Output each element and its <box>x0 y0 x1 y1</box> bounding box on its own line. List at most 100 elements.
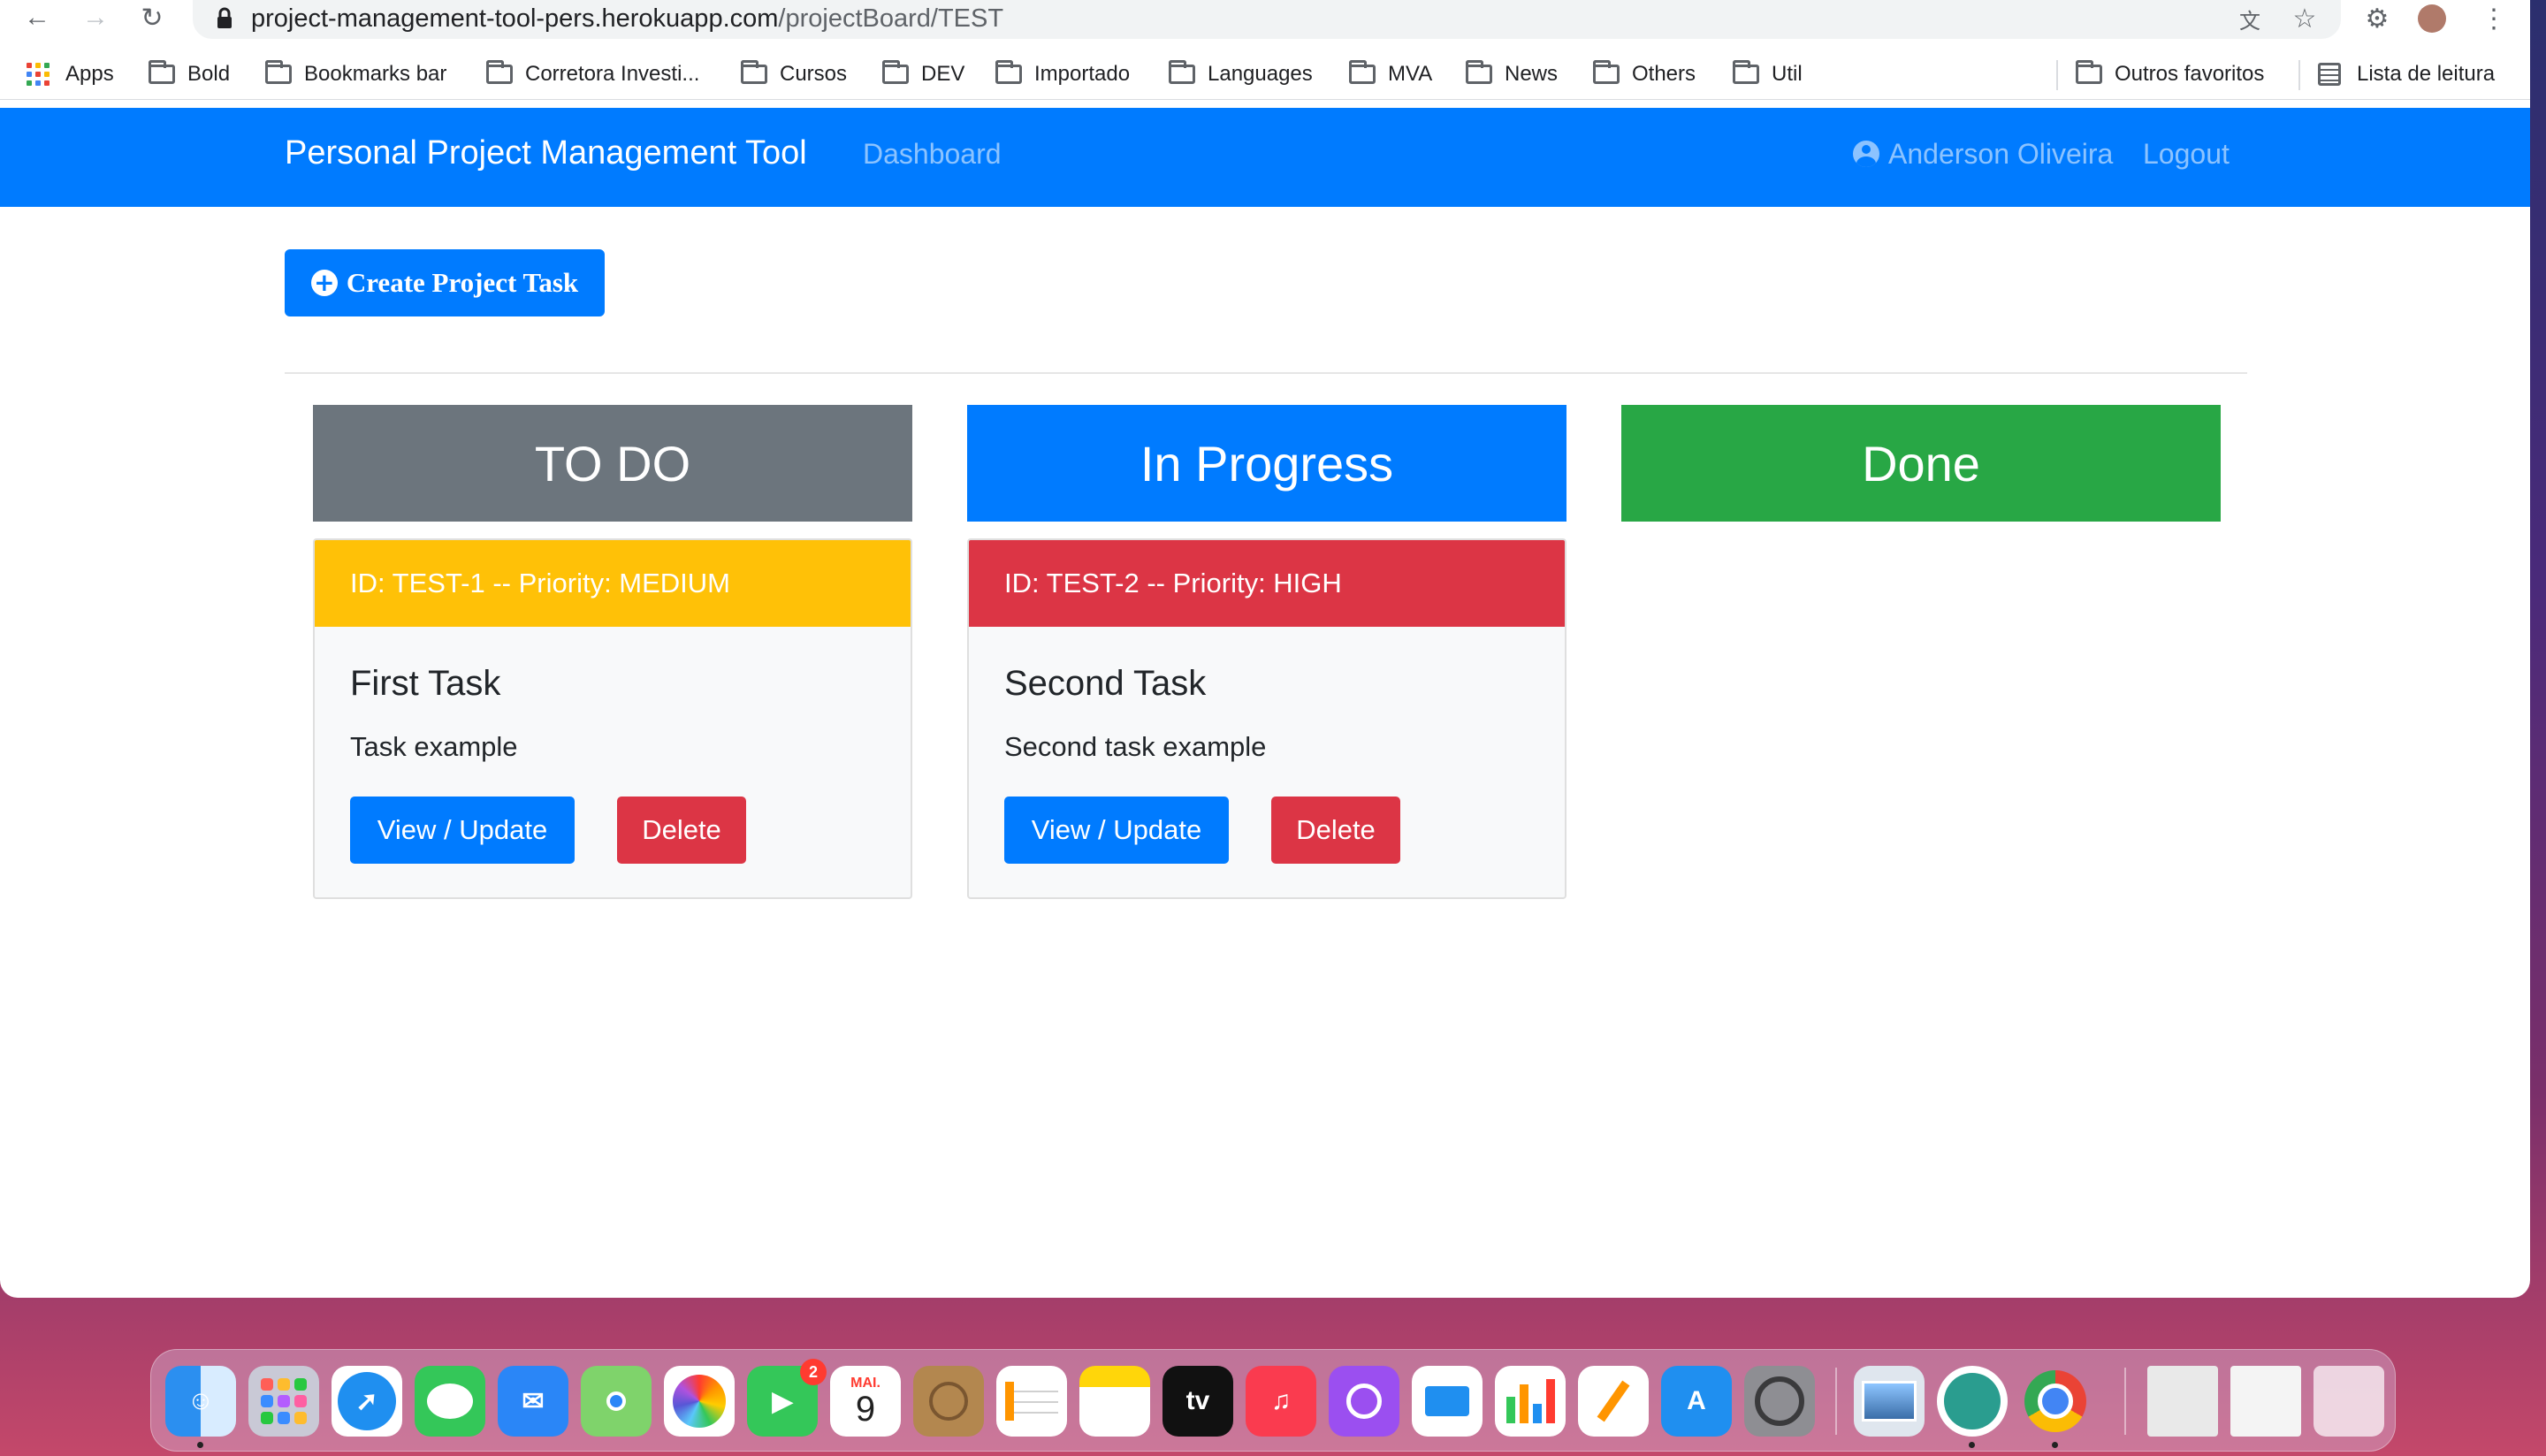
browser-window: ← → ↻ project-management-tool-pers.herok… <box>0 0 2530 1298</box>
bookmark-other-folder[interactable]: Outros favoritos <box>2076 57 2264 92</box>
apps-grid-icon <box>27 63 50 86</box>
bookmark-folder[interactable]: News <box>1466 57 1558 92</box>
photos-icon[interactable] <box>664 1366 735 1437</box>
browser-toolbar: ← → ↻ project-management-tool-pers.herok… <box>0 0 2530 39</box>
dock-divider <box>2124 1368 2126 1435</box>
bookmark-label: Languages <box>1208 62 1313 86</box>
create-project-task-button[interactable]: + Create Project Task <box>285 249 605 316</box>
finder-icon[interactable]: ☺ <box>165 1366 236 1437</box>
menu-kebab-icon[interactable]: ⋮ <box>2479 4 2509 34</box>
forward-icon[interactable]: → <box>78 0 113 35</box>
bookmark-label: DEV <box>921 62 965 86</box>
bookmark-label: Outros favoritos <box>2115 62 2265 86</box>
bookmarks-bar: Apps Bold Bookmarks bar Corretora Invest… <box>0 50 2530 100</box>
documents-stack-icon[interactable] <box>2147 1366 2218 1437</box>
delete-button[interactable]: Delete <box>617 797 746 864</box>
back-icon[interactable]: ← <box>19 0 55 35</box>
folder-icon <box>149 60 175 84</box>
url-text: project-management-tool-pers.herokuapp.c… <box>251 2 1003 35</box>
column-header-done: Done <box>1621 405 2221 522</box>
dock-divider <box>1835 1368 1837 1435</box>
calendar-icon[interactable]: MAI. 9 <box>830 1366 901 1437</box>
maps-icon[interactable] <box>581 1366 652 1437</box>
column-header-in-progress: In Progress <box>967 405 1566 522</box>
bookmark-folder[interactable]: Bookmarks bar <box>265 57 446 92</box>
downloads-stack-icon[interactable] <box>2230 1366 2301 1437</box>
numbers-icon[interactable] <box>1495 1366 1566 1437</box>
apple-tv-icon[interactable]: tv <box>1162 1366 1233 1437</box>
extensions-icon[interactable]: ⚙ <box>2362 4 2392 34</box>
facetime-icon[interactable]: ▶ 2 <box>747 1359 827 1437</box>
translate-icon[interactable]: 文 <box>2235 4 2265 34</box>
nav-dashboard-link[interactable]: Dashboard <box>863 138 1002 171</box>
task-card-header: ID: TEST-2 -- Priority: HIGH <box>969 540 1565 627</box>
address-bar[interactable]: project-management-tool-pers.herokuapp.c… <box>193 0 2341 39</box>
system-preferences-icon[interactable] <box>1744 1366 1815 1437</box>
reading-list[interactable]: Lista de leitura <box>2318 57 2495 92</box>
launchpad-icon[interactable] <box>248 1366 319 1437</box>
preview-icon[interactable] <box>1854 1366 1925 1437</box>
task-title: Second Task <box>1004 664 1207 703</box>
nav-user-link[interactable]: Anderson Oliveira <box>1853 138 2113 171</box>
view-update-button[interactable]: View / Update <box>1004 797 1229 864</box>
bookmark-folder[interactable]: Bold <box>149 57 230 92</box>
bookmark-folder[interactable]: DEV <box>882 57 964 92</box>
bookmark-folder[interactable]: Cursos <box>741 57 847 92</box>
bookmark-folder[interactable]: Importado <box>995 57 1130 92</box>
delete-button[interactable]: Delete <box>1271 797 1400 864</box>
music-icon[interactable]: ♫ <box>1246 1366 1316 1437</box>
bookmarks-divider <box>2298 60 2300 90</box>
task-title: First Task <box>350 664 501 703</box>
chrome-icon[interactable] <box>2020 1366 2091 1437</box>
bookmark-label: Apps <box>65 62 114 86</box>
folder-icon <box>265 60 292 84</box>
app-store-icon[interactable]: A <box>1661 1366 1732 1437</box>
running-indicator <box>1969 1442 1975 1448</box>
lock-icon <box>217 7 232 28</box>
column-header-todo: TO DO <box>313 405 912 522</box>
bookmark-label: Util <box>1772 62 1803 86</box>
folder-icon <box>1733 60 1759 84</box>
folder-icon <box>741 60 767 84</box>
messages-icon[interactable] <box>415 1366 485 1437</box>
bookmark-label: News <box>1505 62 1559 86</box>
folder-icon <box>1169 60 1195 84</box>
running-indicator <box>197 1442 203 1448</box>
url-path: /projectBoard/TEST <box>778 4 1004 33</box>
bookmark-apps[interactable]: Apps <box>27 57 114 92</box>
folder-icon <box>1593 60 1620 84</box>
app-brand[interactable]: Personal Project Management Tool <box>285 134 807 172</box>
keynote-icon[interactable] <box>1412 1366 1483 1437</box>
trash-icon[interactable] <box>2314 1366 2384 1437</box>
contacts-icon[interactable] <box>913 1366 984 1437</box>
bookmark-folder[interactable]: Corretora Investi... <box>486 57 699 92</box>
url-host: project-management-tool-pers.herokuapp.c… <box>251 4 779 33</box>
notes-icon[interactable] <box>1079 1366 1150 1437</box>
bookmark-folder[interactable]: Others <box>1593 57 1696 92</box>
bookmark-label: Corretora Investi... <box>525 62 700 86</box>
bookmark-folder[interactable]: Util <box>1733 57 1803 92</box>
task-description: Second task example <box>1004 731 1267 762</box>
bookmark-label: Others <box>1632 62 1696 86</box>
podcasts-icon[interactable] <box>1329 1366 1399 1437</box>
reload-icon[interactable]: ↻ <box>134 0 170 35</box>
nav-logout-link[interactable]: Logout <box>2143 138 2230 171</box>
mountain-app-icon[interactable] <box>1937 1366 2008 1437</box>
safari-icon[interactable]: ➚ <box>332 1366 402 1437</box>
task-card: ID: TEST-1 -- Priority: MEDIUM First Tas… <box>313 538 912 899</box>
profile-avatar[interactable] <box>2417 4 2447 34</box>
bookmark-folder[interactable]: Languages <box>1169 57 1313 92</box>
bookmark-folder[interactable]: MVA <box>1349 57 1432 92</box>
tv-label: tv <box>1185 1386 1210 1415</box>
folder-icon <box>882 60 909 84</box>
bookmark-label: Importado <box>1034 62 1131 86</box>
folder-icon <box>1349 60 1376 84</box>
view-update-button[interactable]: View / Update <box>350 797 575 864</box>
bookmark-star-icon[interactable]: ☆ <box>2290 4 2320 34</box>
reminders-icon[interactable] <box>996 1366 1067 1437</box>
folder-icon <box>995 60 1022 84</box>
bookmark-label: Cursos <box>780 62 848 86</box>
pages-icon[interactable] <box>1578 1366 1649 1437</box>
mail-icon[interactable]: ✉ <box>498 1366 568 1437</box>
create-project-task-label: Create Project Task <box>346 267 579 298</box>
